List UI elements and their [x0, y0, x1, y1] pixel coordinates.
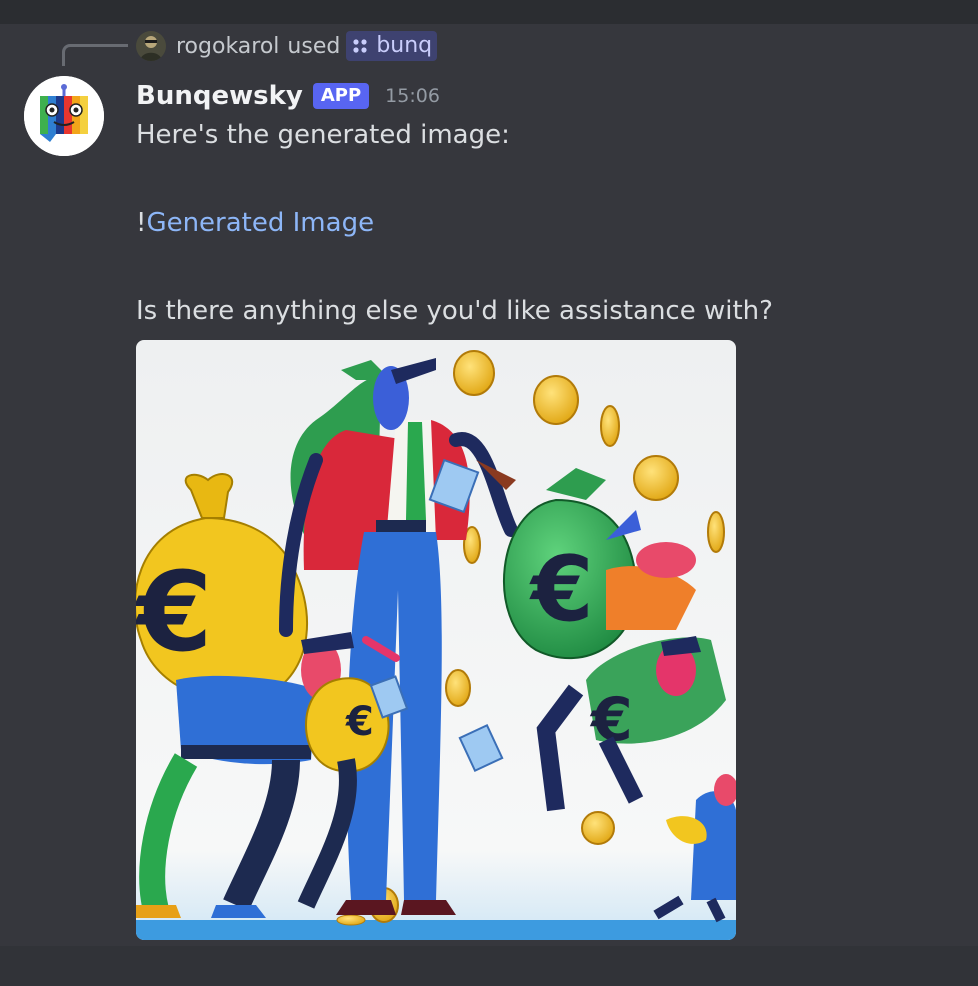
message-line-link: !Generated Image — [136, 208, 374, 238]
bang-text: ! — [136, 208, 147, 238]
svg-text:€: € — [136, 548, 213, 676]
bottom-band — [0, 946, 978, 986]
message-timestamp[interactable]: 15:06 — [385, 85, 440, 107]
reply-user-avatar[interactable] — [136, 31, 166, 61]
message-header: Bunqewsky APP 15:06 — [136, 78, 440, 114]
message-line-3: Is there anything else you'd like assist… — [136, 296, 773, 326]
generated-image-link[interactable]: Generated Image — [146, 208, 374, 238]
reply-connector-line — [62, 44, 128, 66]
reply-used-label: used — [287, 33, 341, 59]
command-name: bunq — [376, 33, 433, 58]
bot-avatar[interactable] — [24, 76, 104, 156]
reply-username[interactable]: rogokarol — [176, 34, 279, 59]
svg-text:€: € — [345, 699, 374, 745]
command-reference[interactable]: rogokarol used bunq — [136, 30, 438, 62]
message-line-1: Here's the generated image: — [136, 120, 510, 150]
app-badge: APP — [312, 83, 370, 109]
top-band — [0, 0, 978, 24]
app-command-icon — [353, 38, 367, 53]
svg-text:€: € — [529, 537, 594, 642]
generated-image-attachment[interactable]: € € € € — [136, 340, 736, 940]
author-name[interactable]: Bunqewsky — [136, 81, 303, 111]
slash-command-chip[interactable]: bunq — [346, 31, 438, 61]
